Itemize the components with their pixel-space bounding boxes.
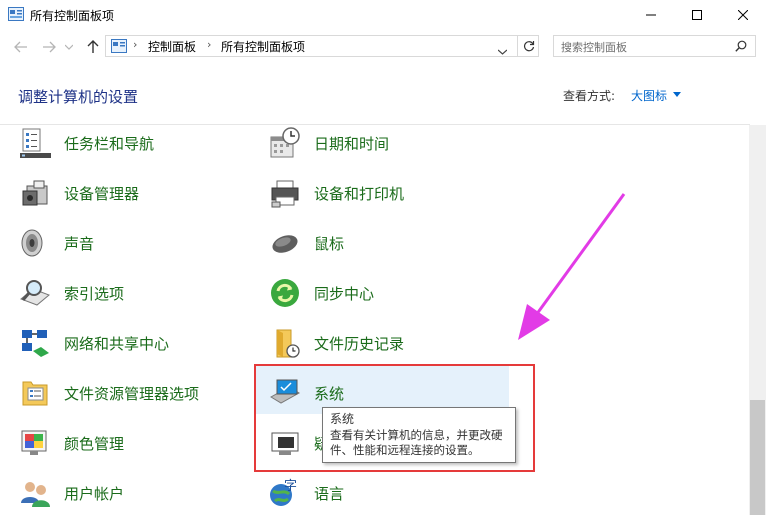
network-icon [22,330,49,357]
sync-icon [271,279,299,307]
back-button[interactable] [10,36,32,58]
item-label: 鼠标 [314,234,345,253]
speaker-icon [21,229,43,257]
color-management-icon [21,430,47,455]
minimize-button[interactable] [628,0,674,30]
search-placeholder: 搜索控制面板 [561,41,627,54]
item-device-manager[interactable]: 设备管理器 [19,171,139,215]
item-label: 用户帐户 [64,484,125,503]
item-label: 设备和打印机 [314,184,405,203]
search-icon[interactable] [735,40,747,52]
item-color-management[interactable]: 颜色管理 [19,421,124,465]
close-button[interactable] [720,0,766,30]
item-label: 声音 [64,234,95,253]
item-taskbar-navigation[interactable]: 任务栏和导航 [19,121,154,165]
item-user-accounts[interactable]: 用户帐户 [19,471,124,515]
breadcrumb-separator-icon: › [133,38,138,51]
item-file-explorer-options[interactable]: 文件资源管理器选项 [19,371,199,415]
item-date-time[interactable]: 日期和时间 [269,121,389,165]
breadcrumb-separator-icon: › [207,38,212,51]
item-label: 文件资源管理器选项 [64,384,200,403]
item-label: 任务栏和导航 [64,134,155,153]
item-mouse[interactable]: 鼠标 [269,221,344,265]
minimize-icon [646,14,656,16]
window-title: 所有控制面板项 [30,9,115,23]
item-label: 语言 [314,484,345,503]
language-icon: 字 [270,479,297,506]
address-dropdown-button[interactable] [497,40,508,59]
maximize-button[interactable] [674,0,720,30]
refresh-icon [523,41,535,52]
breadcrumb-control-panel[interactable]: 控制面板 [148,38,196,55]
printer-icon [271,180,299,208]
arrow-left-icon [14,41,27,53]
item-sync-center[interactable]: 同步中心 [269,271,374,315]
user-accounts-icon [21,482,50,507]
up-button[interactable] [82,36,104,58]
recent-locations-button[interactable] [62,36,76,58]
mouse-icon [272,235,298,253]
caret-down-icon [673,92,681,97]
chevron-down-icon [65,44,73,50]
red-highlight-box [254,364,535,472]
item-language[interactable]: 字 语言 [269,471,344,515]
indexing-icon [20,280,50,306]
refresh-button[interactable] [517,36,540,56]
item-label: 网络和共享中心 [64,334,170,353]
item-network-sharing[interactable]: 网络和共享中心 [19,321,169,365]
forward-button[interactable] [38,36,60,58]
control-panel-icon [8,7,24,21]
item-file-history[interactable]: 文件历史记录 [269,321,404,365]
item-indexing-options[interactable]: 索引选项 [19,271,124,315]
folder-options-icon [22,381,48,406]
chevron-down-icon [497,49,508,55]
item-label: 日期和时间 [314,134,390,153]
scrollbar-thumb[interactable] [750,400,765,515]
date-time-icon [270,127,300,158]
item-devices-printers[interactable]: 设备和打印机 [269,171,404,215]
device-manager-icon [22,180,48,206]
item-label: 索引选项 [64,284,125,303]
item-sound[interactable]: 声音 [19,221,94,265]
item-label: 文件历史记录 [314,334,405,353]
item-label: 同步中心 [314,284,375,303]
page-title: 调整计算机的设置 [18,88,139,106]
arrow-up-icon [87,40,99,53]
arrow-right-icon [43,41,56,53]
file-history-icon [276,329,300,358]
breadcrumb-all-items[interactable]: 所有控制面板项 [221,38,305,55]
control-panel-icon [111,39,127,53]
taskbar-icon [20,128,51,158]
close-icon [738,10,748,20]
view-by-dropdown[interactable]: 大图标 [631,87,667,104]
maximize-icon [692,10,702,20]
svg-text:字: 字 [284,479,297,494]
item-label: 设备管理器 [64,184,140,203]
item-label: 颜色管理 [64,434,125,453]
view-by-label: 查看方式: [563,89,616,103]
